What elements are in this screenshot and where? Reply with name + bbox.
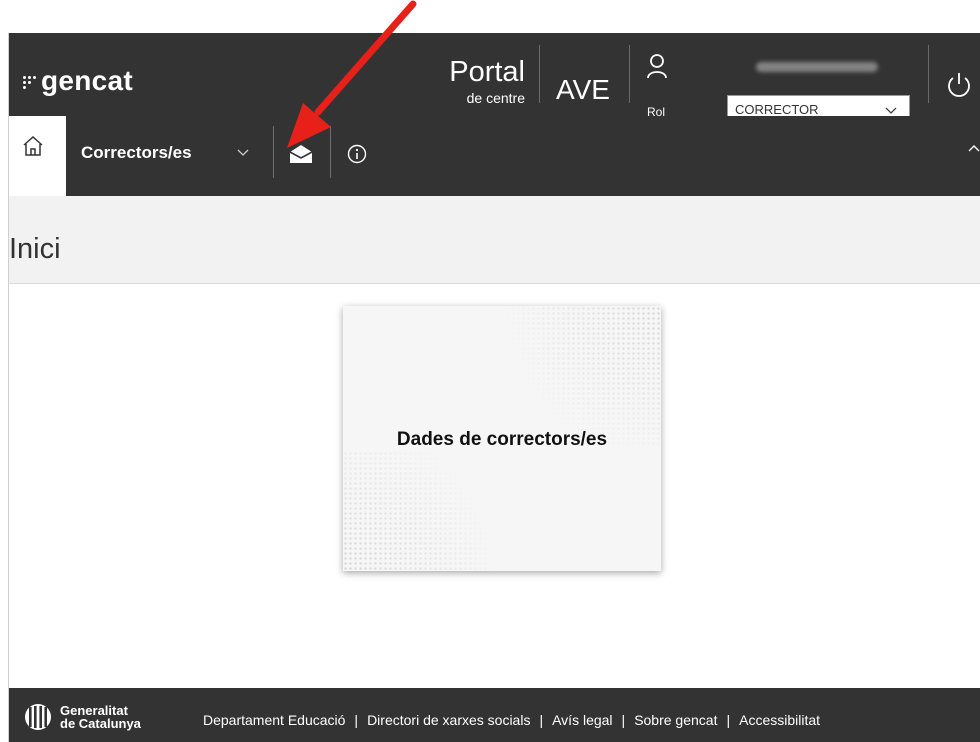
user-icon <box>647 54 667 79</box>
envelope-icon <box>289 145 313 163</box>
chevron-up-icon[interactable] <box>967 142 980 156</box>
footer-link-accessibilitat[interactable]: Accessibilitat <box>739 712 820 728</box>
power-icon[interactable] <box>946 71 972 99</box>
dashboard-card[interactable]: Dades de correctors/es <box>343 306 661 571</box>
card-dot-pattern <box>343 451 523 571</box>
org-name-line2: de Catalunya <box>60 716 141 731</box>
gencat-logo-text: gencat <box>41 65 134 96</box>
chevron-down-icon <box>885 107 897 114</box>
card-dot-pattern <box>491 306 661 446</box>
info-icon[interactable] <box>347 144 367 164</box>
home-tab[interactable] <box>9 116 66 196</box>
page-title-bar: Inici <box>9 196 980 284</box>
page-footer: Generalitat de Catalunya Departament Edu… <box>9 688 980 742</box>
footer-links: Departament Educació | Directori de xarxes… <box>203 712 820 728</box>
rol-select-value: CORRECTOR <box>735 102 819 117</box>
header-divider <box>539 45 540 103</box>
chevron-down-icon[interactable] <box>237 146 249 158</box>
main-content: Dades de correctors/es <box>9 285 980 688</box>
portal-title: Portal <box>449 56 525 88</box>
footer-link-departament[interactable]: Departament Educació <box>203 712 345 728</box>
header-divider <box>629 45 630 103</box>
user-name-blurred <box>756 62 878 72</box>
nav-menu-correctors[interactable]: Correctors/es <box>81 143 192 163</box>
messages-button[interactable] <box>274 126 330 178</box>
card-title: Dades de correctors/es <box>396 429 608 450</box>
screenshot-stage: gencat Portal de centre AVE Rol CORRECTO… <box>0 0 980 742</box>
nav-divider <box>330 126 331 178</box>
footer-link-sobre-gencat[interactable]: Sobre gencat <box>634 712 717 728</box>
top-header: gencat Portal de centre AVE Rol CORRECTO… <box>9 33 980 125</box>
portal-window: gencat Portal de centre AVE Rol CORRECTO… <box>8 33 980 742</box>
footer-separator: | <box>354 712 359 728</box>
gencat-logo[interactable]: gencat <box>23 67 133 95</box>
footer-separator: | <box>539 712 544 728</box>
app-name: AVE <box>556 74 610 105</box>
main-nav: Correctors/es <box>9 116 980 196</box>
generalitat-logo[interactable]: Generalitat de Catalunya <box>24 703 141 731</box>
gencat-dots-icon <box>23 72 37 90</box>
header-divider <box>928 45 929 103</box>
page-title: Inici <box>9 233 61 265</box>
footer-separator: | <box>726 712 731 728</box>
home-icon <box>23 135 43 156</box>
footer-link-xarxes[interactable]: Directori de xarxes socials <box>367 712 530 728</box>
footer-separator: | <box>621 712 626 728</box>
generalitat-emblem-icon <box>25 704 51 730</box>
portal-subtitle: de centre <box>466 90 525 106</box>
portal-title-block[interactable]: Portal de centre <box>419 57 525 106</box>
footer-link-avis-legal[interactable]: Avís legal <box>552 712 612 728</box>
